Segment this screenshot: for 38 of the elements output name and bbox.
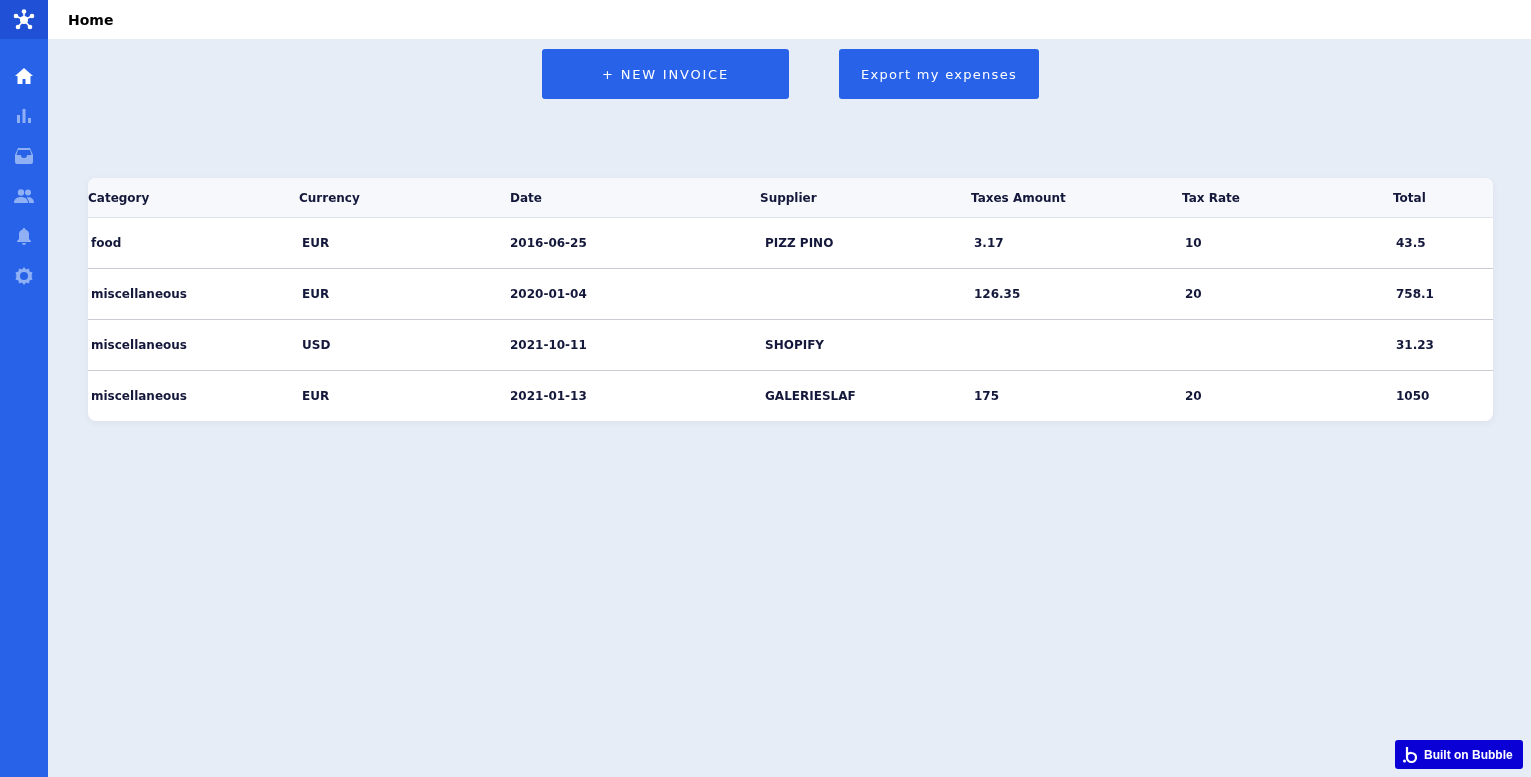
table-cell: 2020-01-04 [510,287,587,301]
table-cell: 3.17 [974,236,1004,250]
table-cell: PIZZ PINO [765,236,834,250]
table-cell: 10 [1185,236,1202,250]
table-cell: miscellaneous [91,389,187,403]
column-header: Category [88,190,151,205]
column-header: Supplier [760,190,818,205]
column-header: Tax Rate [1182,190,1241,205]
table-cell: SHOPIFY [765,338,825,352]
table-cell: miscellaneous [91,287,187,301]
table-cell: 1050 [1396,389,1430,403]
built-on-bubble-badge[interactable]: Built on Bubble [1395,740,1523,769]
table-cell: USD [302,338,331,352]
table-cell: GALERIESLAF [765,389,856,403]
table-cell: 20 [1185,287,1202,301]
table-cell: miscellaneous [91,338,187,352]
column-header: Currency [299,190,361,205]
table-cell: EUR [302,236,330,250]
bubble-logo-icon [1403,746,1417,763]
table-cell: 2021-10-11 [510,338,587,352]
table-cell: 2021-01-13 [510,389,587,403]
table-cell: 43.5 [1396,236,1426,250]
column-header: Total [1393,190,1427,205]
table-cell: 126.35 [974,287,1021,301]
network-logo-icon [13,8,35,31]
table-cell: EUR [302,287,330,301]
column-header: Taxes Amount [971,190,1067,205]
action-button[interactable]: Export my expenses [839,49,1039,99]
column-header: Date [510,190,543,205]
table-cell: 2016-06-25 [510,236,587,250]
table-cell: 20 [1185,389,1202,403]
table-cell: food [91,236,122,250]
table-cell: 758.1 [1396,287,1434,301]
action-button[interactable]: + NEW INVOICE [542,49,789,99]
page-title: Home [68,11,114,28]
table-cell: 175 [974,389,1000,403]
table-cell: EUR [302,389,330,403]
table-cell: 31.23 [1396,338,1434,352]
